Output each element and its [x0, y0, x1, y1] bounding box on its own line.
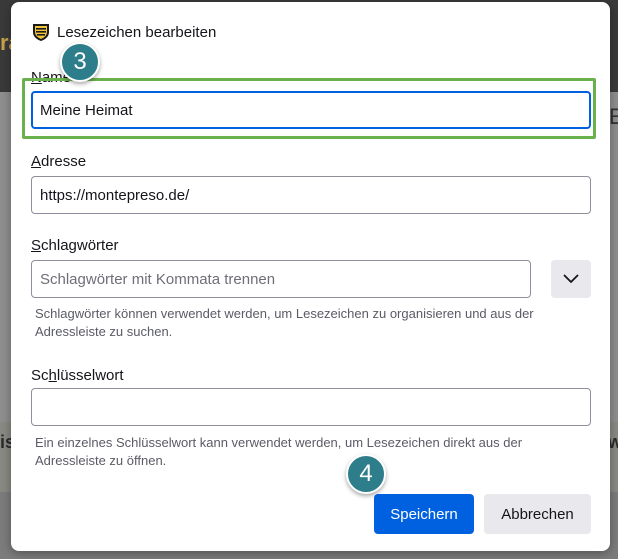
address-input[interactable]: [31, 176, 591, 214]
chevron-down-icon: [563, 274, 579, 283]
keyword-label-pre: Sc: [31, 367, 49, 384]
address-label-rest: dresse: [41, 153, 87, 170]
name-input[interactable]: [31, 91, 591, 129]
step-4-badge: 4: [346, 454, 386, 494]
tags-label: Schlagwörter: [31, 237, 119, 254]
keyword-label-accel: h: [48, 367, 57, 384]
tags-label-accel: S: [31, 237, 42, 254]
crest-logo-icon: [33, 24, 49, 41]
keyword-input[interactable]: [31, 388, 591, 426]
tags-help-text: Schlagwörter können verwendet werden, um…: [35, 306, 534, 339]
tags-input[interactable]: [31, 260, 531, 298]
address-label: Adresse: [31, 153, 86, 170]
keyword-help-text: Ein einzelnes Schlüsselwort kann verwend…: [35, 435, 523, 468]
tags-dropdown-button[interactable]: [551, 260, 591, 298]
keyword-label: Schlüsselwort: [31, 367, 124, 384]
address-label-accel: A: [31, 153, 42, 170]
tags-label-rest: chlagwörter: [41, 237, 119, 254]
keyword-label-rest: lüsselwort: [56, 367, 124, 384]
background-text-right-mid: E: [609, 104, 618, 129]
edit-bookmark-dialog: Lesezeichen bearbeiten Name Adresse Schl…: [11, 2, 610, 551]
step-3-badge: 3: [60, 42, 100, 82]
dialog-title: Lesezeichen bearbeiten: [57, 23, 217, 41]
dialog-header: Lesezeichen bearbeiten: [31, 22, 216, 42]
cancel-button[interactable]: Abbrechen: [484, 494, 591, 534]
save-button[interactable]: Speichern: [374, 494, 474, 534]
